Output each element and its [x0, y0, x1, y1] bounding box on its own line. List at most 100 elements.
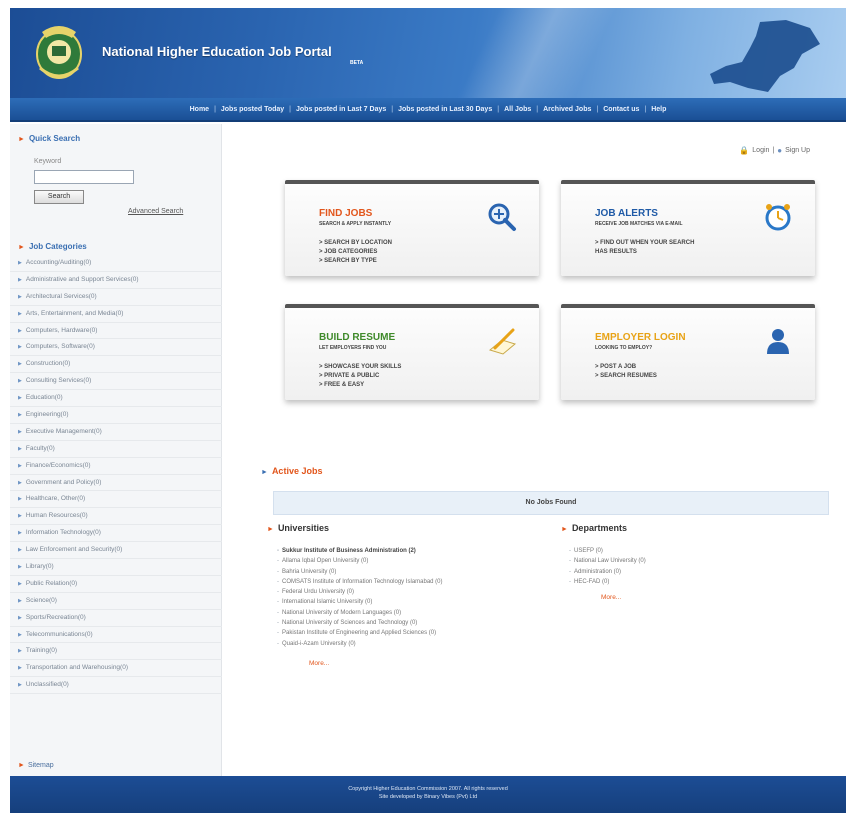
- department-item[interactable]: - HEC-FAD (0): [569, 577, 646, 587]
- advanced-search-link[interactable]: Advanced Search: [128, 208, 183, 215]
- category-item[interactable]: ▶ Unclassified(0): [10, 677, 222, 695]
- category-item[interactable]: ▶ Engineering(0): [10, 407, 222, 424]
- job-alerts-tile[interactable]: JOB ALERTS RECEIVE JOB MATCHES VIA E-MAI…: [561, 180, 815, 276]
- bullet-icon: ▶: [18, 665, 22, 672]
- employer-login-item[interactable]: > SEARCH RESUMES: [595, 372, 657, 381]
- category-item[interactable]: ▶ Science(0): [10, 593, 222, 610]
- signup-link[interactable]: Sign Up: [785, 147, 810, 154]
- departments-more-link[interactable]: More...: [601, 594, 621, 601]
- category-label: Transportation and Warehousing(0): [25, 664, 128, 672]
- build-resume-item[interactable]: > FREE & EASY: [319, 381, 401, 390]
- university-item[interactable]: - Bahria University (0): [277, 567, 443, 577]
- nav-archived-jobs[interactable]: Archived Jobs: [538, 106, 596, 113]
- university-item[interactable]: - National University of Sciences and Tec…: [277, 618, 443, 628]
- category-item[interactable]: ▶ Government and Policy(0): [10, 475, 222, 492]
- category-item[interactable]: ▶ Accounting/Auditing(0): [10, 255, 222, 272]
- university-item[interactable]: - Pakistan Institute of Engineering and A…: [277, 628, 443, 638]
- university-item[interactable]: - Sukkur Institute of Business Administra…: [277, 546, 443, 556]
- category-label: Administrative and Support Services(0): [25, 275, 139, 283]
- university-item[interactable]: - National University of Modern Languages…: [277, 608, 443, 618]
- university-item[interactable]: - Quaid-i-Azam University (0): [277, 639, 443, 649]
- bullet-icon: ▶: [18, 293, 22, 300]
- login-area: 🔒 Login | ● Sign Up: [739, 146, 810, 155]
- category-item[interactable]: ▶ Transportation and Warehousing(0): [10, 660, 222, 678]
- nav-home[interactable]: Home: [185, 106, 214, 113]
- employer-login-item[interactable]: > POST A JOB: [595, 363, 657, 372]
- category-item[interactable]: ▶ Computers, Software(0): [10, 339, 222, 357]
- category-item[interactable]: ▶ Arts, Entertainment, and Media(0): [10, 306, 222, 323]
- employer-login-tile[interactable]: EMPLOYER LOGIN LOOKING TO EMPLOY? > POST…: [561, 304, 815, 400]
- login-separator: |: [772, 147, 775, 154]
- employer-login-subtitle: LOOKING TO EMPLOY?: [595, 345, 653, 351]
- bullet-icon: ▶: [18, 631, 22, 638]
- find-jobs-list: > SEARCH BY LOCATION > JOB CATEGORIES > …: [319, 239, 392, 266]
- nav-help[interactable]: Help: [646, 106, 671, 113]
- category-label: Architectural Services(0): [25, 292, 97, 300]
- bullet-icon: ▶: [18, 428, 22, 435]
- bullet-icon: ▶: [18, 682, 22, 689]
- build-resume-item[interactable]: > SHOWCASE YOUR SKILLS: [319, 363, 401, 372]
- category-item[interactable]: ▶ Public Relation(0): [10, 576, 222, 593]
- category-item[interactable]: ▶ Library(0): [10, 559, 222, 576]
- category-item[interactable]: ▶ Administrative and Support Services(0): [10, 272, 222, 289]
- build-resume-tile[interactable]: BUILD RESUME LET EMPLOYERS FIND YOU > SH…: [285, 304, 539, 400]
- bullet-icon: ▶: [18, 513, 22, 520]
- department-item[interactable]: - National Law University (0): [569, 556, 646, 566]
- bullet-icon: ▶: [18, 445, 22, 452]
- category-item[interactable]: ▶ Education(0): [10, 390, 222, 408]
- bullet-icon: ▶: [18, 530, 22, 537]
- category-item[interactable]: ▶ Computers, Hardware(0): [10, 323, 222, 340]
- job-alerts-item[interactable]: HAS RESULTS: [595, 248, 694, 257]
- universities-more-link[interactable]: More...: [309, 660, 329, 667]
- university-item[interactable]: - COMSATS Institute of Information Techno…: [277, 577, 443, 587]
- job-alerts-item[interactable]: > FIND OUT WHEN YOUR SEARCH: [595, 239, 694, 248]
- find-jobs-item[interactable]: > SEARCH BY LOCATION: [319, 239, 392, 248]
- item-label: Administration (0): [574, 568, 622, 575]
- find-jobs-item[interactable]: > JOB CATEGORIES: [319, 248, 392, 257]
- build-resume-item[interactable]: > PRIVATE & PUBLIC: [319, 372, 401, 381]
- nav-jobs-today[interactable]: Jobs posted Today: [216, 106, 289, 113]
- category-item[interactable]: ▶ Human Resources(0): [10, 508, 222, 526]
- bullet-icon: ▶: [18, 564, 22, 571]
- university-item[interactable]: - Federal Urdu University (0): [277, 587, 443, 597]
- user-add-icon: ●: [777, 146, 783, 155]
- build-resume-title: BUILD RESUME: [319, 332, 396, 343]
- universities-heading: ► Universities: [267, 523, 329, 533]
- item-label: National University of Sciences and Tech…: [282, 620, 418, 627]
- category-item[interactable]: ▶ Law Enforcement and Security(0): [10, 542, 222, 560]
- category-item[interactable]: ▶ Sports/Recreation(0): [10, 610, 222, 627]
- category-item[interactable]: ▶ Architectural Services(0): [10, 289, 222, 306]
- category-item[interactable]: ▶ Finance/Economics(0): [10, 458, 222, 475]
- beta-badge: BETA: [350, 60, 364, 66]
- category-item[interactable]: ▶ Executive Management(0): [10, 424, 222, 441]
- category-label: Finance/Economics(0): [25, 461, 91, 469]
- category-item[interactable]: ▶ Construction(0): [10, 356, 222, 374]
- employer-login-title: EMPLOYER LOGIN: [595, 332, 686, 343]
- search-button[interactable]: Search: [34, 190, 84, 204]
- category-item[interactable]: ▶ Information Technology(0): [10, 525, 222, 543]
- university-item[interactable]: - Allama Iqbal Open University (0): [277, 556, 443, 566]
- category-item[interactable]: ▶ Consulting Services(0): [10, 373, 222, 391]
- nav-contact-us[interactable]: Contact us: [598, 106, 644, 113]
- site-header: National Higher Education Job Portal BET…: [10, 8, 846, 98]
- nav-jobs-30-days[interactable]: Jobs posted in Last 30 Days: [393, 106, 497, 113]
- bullet-icon: ▶: [18, 547, 22, 554]
- find-jobs-tile[interactable]: FIND JOBS SEARCH & APPLY INSTANTLY > SEA…: [285, 180, 539, 276]
- department-item[interactable]: - USEFP (0): [569, 546, 646, 556]
- category-item[interactable]: ▶ Telecommunications(0): [10, 627, 222, 644]
- category-item[interactable]: ▶ Healthcare, Other(0): [10, 491, 222, 509]
- sitemap-link[interactable]: ► Sitemap: [18, 762, 54, 769]
- find-jobs-item[interactable]: > SEARCH BY TYPE: [319, 257, 392, 266]
- item-label: National Law University (0): [574, 558, 646, 565]
- nav-all-jobs[interactable]: All Jobs: [499, 106, 536, 113]
- bullet-icon: ▶: [18, 597, 22, 604]
- nav-jobs-7-days[interactable]: Jobs posted in Last 7 Days: [291, 106, 391, 113]
- login-link[interactable]: Login: [752, 147, 769, 154]
- item-label: COMSATS Institute of Information Technol…: [282, 578, 443, 585]
- dash-icon: -: [277, 548, 279, 554]
- category-item[interactable]: ▶ Faculty(0): [10, 441, 222, 458]
- category-item[interactable]: ▶ Training(0): [10, 643, 222, 661]
- department-item[interactable]: - Administration (0): [569, 567, 646, 577]
- keyword-input[interactable]: [34, 170, 134, 184]
- university-item[interactable]: - International Islamic University (0): [277, 597, 443, 607]
